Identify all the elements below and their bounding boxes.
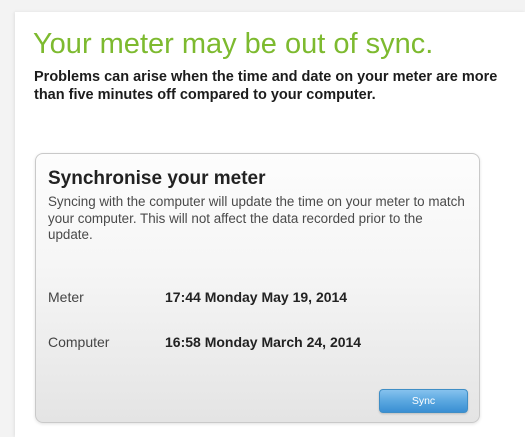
panel-description: Syncing with the computer will update th… [48, 194, 465, 242]
synchronise-panel: Synchronise your meter Syncing with the … [35, 153, 480, 423]
computer-label: Computer [48, 334, 110, 350]
meter-time-value: 17:44 Monday May 19, 2014 [165, 289, 348, 305]
meter-time-row: Meter 17:44 Monday May 19, 2014 [48, 287, 468, 307]
sync-dialog-page: Your meter may be out of sync. Problems … [15, 12, 525, 437]
sync-button[interactable]: Sync [379, 389, 468, 413]
sync-warning-text: Problems can arise when the time and dat… [34, 69, 498, 103]
computer-time-row: Computer 16:58 Monday March 24, 2014 [48, 332, 468, 352]
meter-label: Meter [48, 289, 84, 305]
panel-title: Synchronise your meter [48, 168, 266, 189]
page-title: Your meter may be out of sync. [33, 28, 434, 60]
computer-time-value: 16:58 Monday March 24, 2014 [165, 334, 362, 350]
